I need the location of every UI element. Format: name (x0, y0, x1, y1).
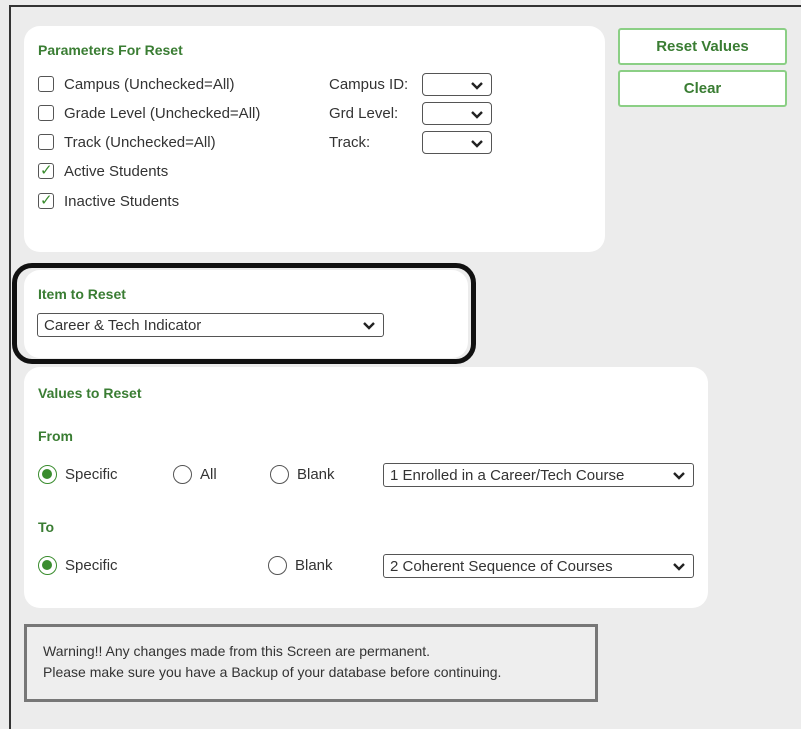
to-value: 2 Coherent Sequence of Courses (390, 557, 613, 575)
to-specific-label: Specific (65, 556, 118, 574)
chevron-down-icon (471, 140, 483, 148)
campus-id-select[interactable] (422, 73, 492, 96)
from-label: From (38, 428, 73, 444)
inactive-students-checkbox-row[interactable]: Inactive Students (38, 191, 179, 211)
active-students-checkbox-row[interactable]: Active Students (38, 161, 168, 181)
item-to-reset-select[interactable]: Career & Tech Indicator (37, 313, 384, 337)
item-to-reset-title: Item to Reset (38, 286, 126, 302)
parameters-title: Parameters For Reset (38, 42, 183, 58)
to-blank-label: Blank (295, 556, 333, 574)
from-all-radio[interactable] (173, 464, 192, 484)
from-specific-radio[interactable] (38, 464, 57, 484)
chevron-down-icon (673, 563, 685, 571)
from-blank-label: Blank (297, 465, 335, 483)
grade-level-checkbox-label: Grade Level (Unchecked=All) (64, 104, 261, 122)
item-to-reset-value: Career & Tech Indicator (44, 316, 202, 334)
chevron-down-icon (471, 82, 483, 90)
to-specific-radio-row[interactable]: Specific (38, 555, 118, 575)
warning-line-1: Warning!! Any changes made from this Scr… (43, 643, 431, 659)
to-blank-radio[interactable] (268, 555, 287, 575)
from-value: 1 Enrolled in a Career/Tech Course (390, 466, 625, 484)
campus-checkbox[interactable] (38, 76, 54, 92)
from-all-label: All (200, 465, 217, 483)
track-checkbox[interactable] (38, 134, 54, 150)
chevron-down-icon (363, 322, 375, 330)
warning-line-2: Please make sure you have a Backup of yo… (43, 664, 502, 680)
to-specific-radio[interactable] (38, 555, 57, 575)
campus-checkbox-row[interactable]: Campus (Unchecked=All) (38, 74, 235, 94)
reset-values-button[interactable]: Reset Values (618, 28, 787, 65)
active-students-checkbox[interactable] (38, 161, 54, 179)
to-blank-radio-row[interactable]: Blank (268, 555, 333, 575)
from-all-radio-row[interactable]: All (173, 464, 217, 484)
inactive-students-checkbox-label: Inactive Students (64, 192, 180, 210)
track-checkbox-label: Track (Unchecked=All) (64, 133, 216, 151)
track-label: Track: (329, 134, 371, 151)
warning-box: Warning!! Any changes made from this Scr… (24, 624, 598, 702)
from-specific-label: Specific (65, 465, 118, 483)
active-students-checkbox-label: Active Students (64, 162, 169, 180)
grd-level-select[interactable] (422, 102, 492, 125)
to-value-select[interactable]: 2 Coherent Sequence of Courses (383, 554, 694, 578)
track-checkbox-row[interactable]: Track (Unchecked=All) (38, 132, 216, 152)
grd-level-label: Grd Level: (329, 105, 399, 122)
clear-button[interactable]: Clear (618, 70, 787, 107)
track-select[interactable] (422, 131, 492, 154)
grade-level-checkbox-row[interactable]: Grade Level (Unchecked=All) (38, 103, 260, 123)
chevron-down-icon (673, 472, 685, 480)
from-value-select[interactable]: 1 Enrolled in a Career/Tech Course (383, 463, 694, 487)
values-to-reset-title: Values to Reset (38, 385, 142, 401)
from-blank-radio-row[interactable]: Blank (270, 464, 335, 484)
campus-id-label: Campus ID: (329, 76, 409, 93)
to-label: To (38, 519, 55, 535)
from-specific-radio-row[interactable]: Specific (38, 464, 118, 484)
grade-level-checkbox[interactable] (38, 105, 54, 121)
campus-checkbox-label: Campus (Unchecked=All) (64, 75, 235, 93)
from-blank-radio[interactable] (270, 464, 289, 484)
inactive-students-checkbox[interactable] (38, 191, 54, 209)
chevron-down-icon (471, 111, 483, 119)
